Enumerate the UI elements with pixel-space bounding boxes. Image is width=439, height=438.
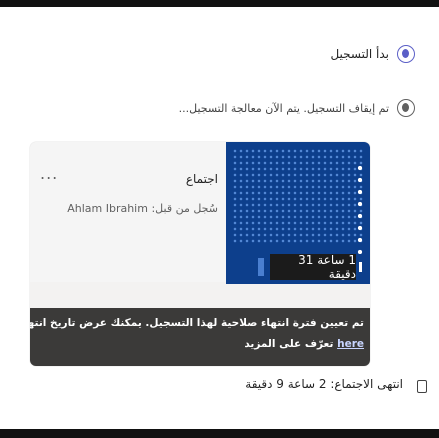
thumbnail-grid <box>232 148 364 244</box>
recording-card[interactable]: ... اجتماع سُجل من قبل: Ahlam Ibrahim 1 … <box>30 142 370 366</box>
record-icon <box>397 45 415 63</box>
record-icon <box>397 99 415 117</box>
recording-started-text: بدأ التسجيل <box>330 47 389 61</box>
recording-title: اجتماع <box>185 172 218 186</box>
top-border <box>0 0 439 7</box>
bottom-border <box>0 429 439 438</box>
expiration-banner: تم تعيين فترة انتهاء صلاحية لهذا التسجيل… <box>30 308 370 366</box>
card-info: ... اجتماع سُجل من قبل: Ahlam Ibrahim <box>30 142 226 282</box>
recording-thumbnail[interactable]: 1 ساعة 31 دقيقة <box>226 142 370 284</box>
more-options-button[interactable]: ... <box>40 164 58 183</box>
meeting-end-icon <box>417 380 427 393</box>
recording-stopped-text: تم إيقاف التسجيل. يتم الآن معالجة التسجي… <box>178 102 389 115</box>
here-link[interactable]: here <box>337 338 364 350</box>
meeting-ended-text: انتهى الاجتماع: 2 ساعة 9 دقيقة <box>245 377 403 391</box>
banner-message: تم تعيين فترة انتهاء صلاحية لهذا التسجيل… <box>30 317 364 329</box>
thumbnail-dots <box>354 162 366 254</box>
indicator-mark <box>359 262 362 272</box>
video-icon <box>258 258 264 276</box>
duration-badge: 1 ساعة 31 دقيقة <box>258 253 362 281</box>
duration-text: 1 ساعة 31 دقيقة <box>298 253 356 281</box>
learn-more-link[interactable]: تعرّف على المزيد <box>244 338 333 350</box>
recorded-by-text: سُجل من قبل: Ahlam Ibrahim <box>67 202 218 215</box>
banner-link-row: here تعرّف على المزيد <box>244 338 364 350</box>
